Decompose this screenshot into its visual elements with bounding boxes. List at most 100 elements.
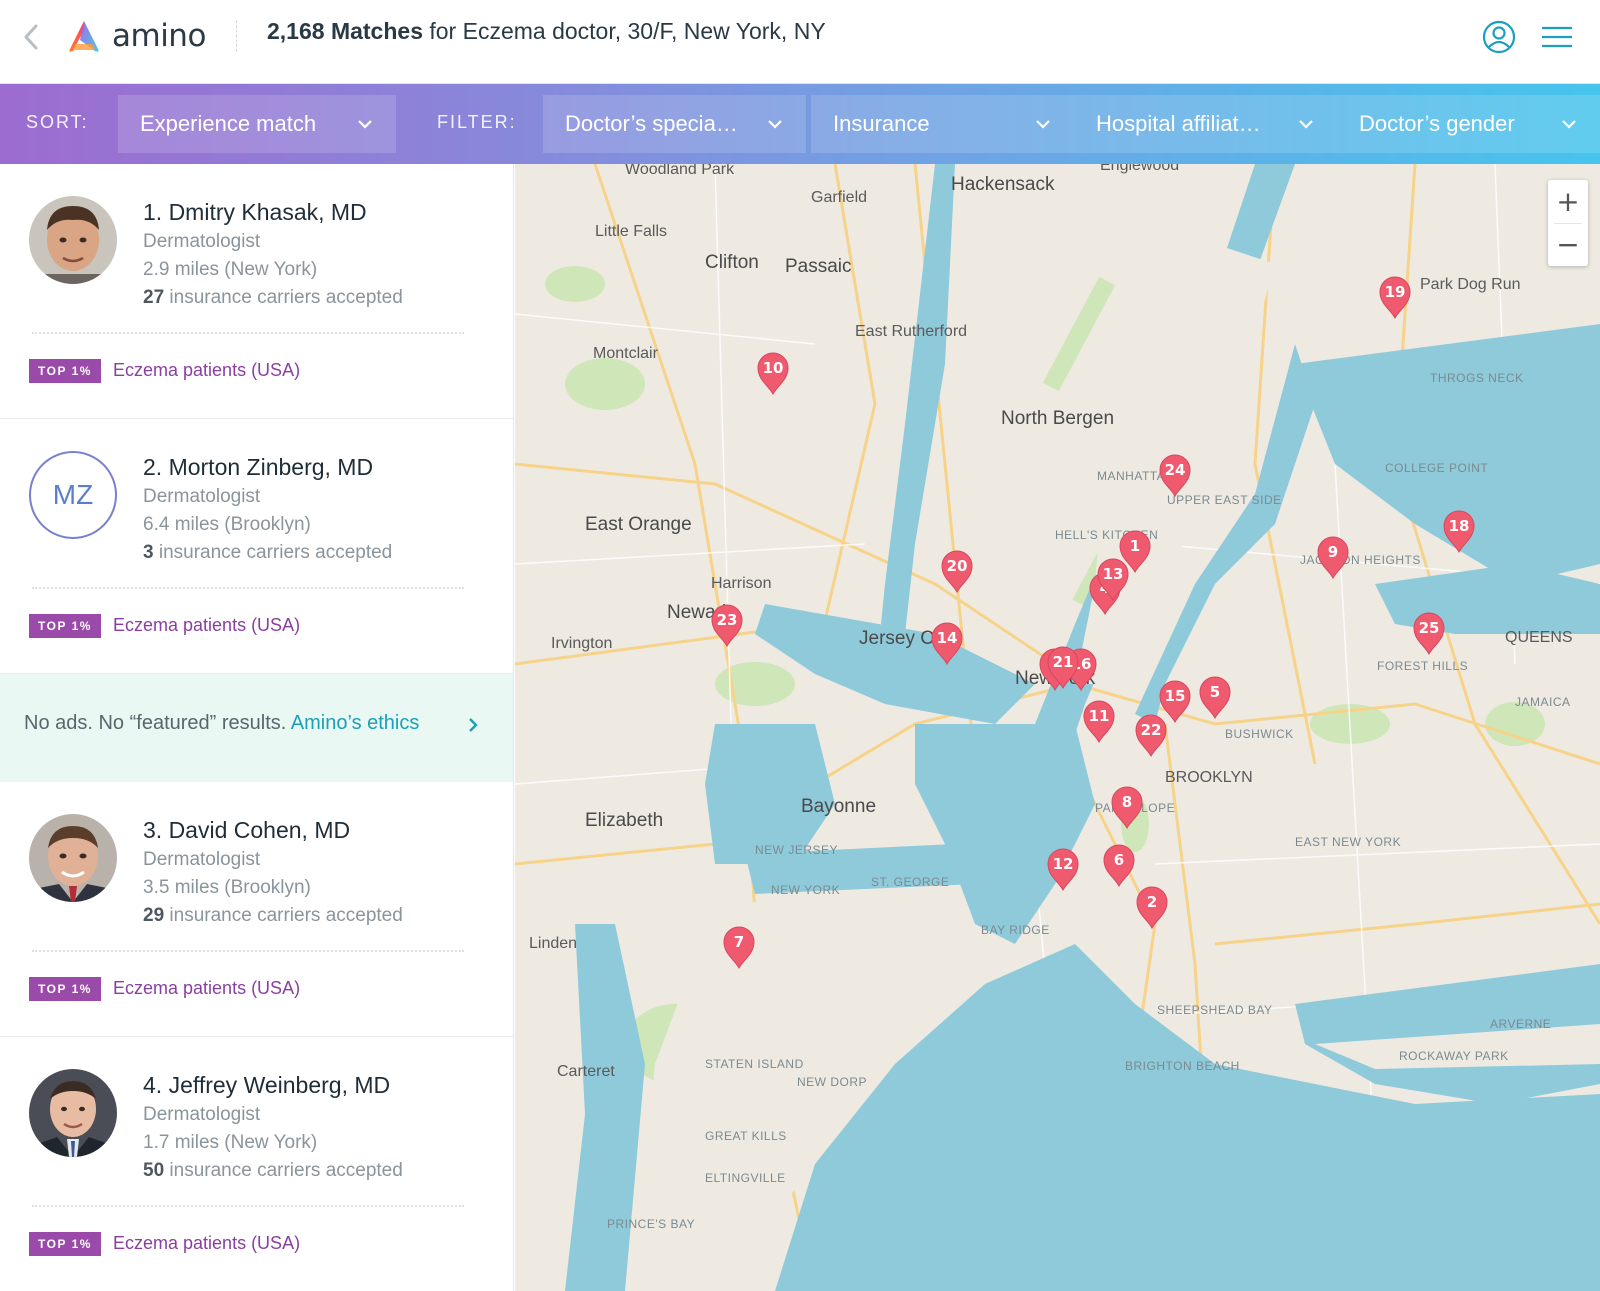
doctor-name[interactable]: 1. Dmitry Khasak, MD: [143, 199, 367, 226]
neighborhood-label: ELTINGVILLE: [705, 1171, 786, 1185]
doctor-distance: 1.7 miles (New York): [143, 1132, 318, 1153]
town-label: Carteret: [557, 1063, 615, 1080]
search-query: for Eczema doctor, 30/F, New York, NY: [422, 18, 826, 44]
insurance-text: insurance carriers accepted: [164, 287, 403, 308]
filter-insurance-value: Insurance: [833, 111, 930, 136]
doctor-specialty: Dermatologist: [143, 231, 261, 252]
map-pin-number: 22: [1141, 721, 1162, 739]
doctor-card[interactable]: 3. David Cohen, MD Dermatologist 3.5 mil…: [0, 782, 513, 1037]
map-canvas[interactable]: HackensackClifton PassaicEast OrangeJerse…: [515, 164, 1600, 1291]
insurance-count: 50: [143, 1160, 165, 1181]
filter-specialty-dropdown[interactable]: Doctor’s specia…: [543, 95, 806, 153]
chevron-left-icon: [24, 24, 38, 50]
map-pin-number: 11: [1089, 707, 1110, 725]
top-percent-badge: TOP 1%: [29, 359, 101, 383]
neighborhood-label: GREAT KILLS: [705, 1129, 787, 1143]
ethics-banner[interactable]: No ads. No “featured” results. Amino’s e…: [0, 674, 513, 782]
map-pin-number: 13: [1103, 565, 1124, 583]
doctor-insurance: 3 insurance carriers accepted: [143, 542, 392, 564]
ethics-statement: No ads. No “featured” results.: [24, 712, 291, 734]
town-label: Irvington: [551, 635, 612, 652]
user-icon: [1482, 20, 1516, 54]
amino-logo[interactable]: amino: [66, 16, 206, 56]
city-label: Clifton: [705, 252, 759, 273]
town-label: Englewood: [1100, 164, 1179, 174]
account-button[interactable]: [1482, 20, 1516, 54]
map-pin-number: 8: [1122, 793, 1132, 811]
map-pin-number: 20: [947, 557, 968, 575]
doctor-distance: 3.5 miles (Brooklyn): [143, 877, 311, 898]
doctor-name[interactable]: 3. David Cohen, MD: [143, 817, 350, 844]
neighborhood-label: ROCKAWAY PARK: [1399, 1049, 1509, 1063]
zoom-in-button[interactable]: +: [1548, 180, 1588, 223]
neighborhood-label: THROGS NECK: [1430, 371, 1524, 385]
map-pin-number: 10: [763, 359, 784, 377]
chevron-down-icon: [1562, 120, 1576, 129]
neighborhood-label: PRINCE'S BAY: [607, 1217, 695, 1231]
filter-insurance-dropdown[interactable]: Insurance: [811, 95, 1074, 153]
ethics-link[interactable]: Amino’s ethics: [291, 712, 420, 734]
map-pin-number: 6: [1114, 851, 1124, 869]
city-label: North Bergen: [1001, 408, 1114, 429]
top-percent-badge: TOP 1%: [29, 977, 101, 1001]
doctor-specialty: Dermatologist: [143, 486, 261, 507]
doctor-photo: [29, 814, 117, 902]
doctor-name[interactable]: 2. Morton Zinberg, MD: [143, 454, 373, 481]
header-divider: [236, 20, 237, 52]
doctor-card[interactable]: MZ 2. Morton Zinberg, MD Dermatologist 6…: [0, 419, 513, 674]
filter-gender-dropdown[interactable]: Doctor’s gender: [1337, 95, 1600, 153]
map-pin-number: 2: [1147, 893, 1157, 911]
zoom-out-button[interactable]: −: [1548, 223, 1588, 266]
doctor-card[interactable]: 1. Dmitry Khasak, MD Dermatologist 2.9 m…: [0, 164, 513, 419]
ethics-text: No ads. No “featured” results. Amino’s e…: [24, 712, 419, 735]
city-label: Elizabeth: [585, 810, 663, 831]
map-pin-number: 21: [1053, 653, 1074, 671]
town-label: Little Falls: [595, 223, 667, 240]
page-title: 2,168 Matches for Eczema doctor, 30/F, N…: [267, 18, 826, 45]
chevron-down-icon: [768, 120, 782, 129]
map-pin-number: 12: [1053, 855, 1074, 873]
sort-filter-bar: SORT: Experience match FILTER: Doctor’s …: [0, 84, 1600, 164]
map-pin-number: 1: [1130, 537, 1140, 555]
town-label: Park Dog Run: [1420, 276, 1521, 293]
map-pin-number: 25: [1419, 619, 1440, 637]
doctor-name[interactable]: 4. Jeffrey Weinberg, MD: [143, 1072, 390, 1099]
neighborhood-label: NEW DORP: [797, 1075, 867, 1089]
doctor-insurance: 50 insurance carriers accepted: [143, 1160, 403, 1182]
doctor-specialty: Dermatologist: [143, 1104, 261, 1125]
badge-description: Eczema patients (USA): [113, 615, 301, 635]
map-pin-number: 18: [1449, 517, 1470, 535]
zoom-controls: + −: [1548, 180, 1588, 266]
divider: [32, 332, 464, 334]
insurance-text: insurance carriers accepted: [164, 1160, 403, 1181]
filter-hospital-value: Hospital affiliat…: [1096, 111, 1261, 136]
sort-dropdown[interactable]: Experience match: [118, 95, 396, 153]
town-label: Woodland Park: [625, 164, 735, 178]
doctor-distance: 2.9 miles (New York): [143, 259, 318, 280]
back-button[interactable]: [18, 22, 44, 52]
neighborhood-label: EAST NEW YORK: [1295, 835, 1401, 849]
insurance-count: 27: [143, 287, 165, 308]
town-label: QUEENS: [1505, 629, 1573, 646]
app-header: amino 2,168 Matches for Eczema doctor, 3…: [0, 0, 1600, 84]
neighborhood-label: JAMAICA: [1515, 695, 1571, 709]
map-pin-number: 7: [734, 933, 744, 951]
divider: [32, 1205, 464, 1207]
amino-logo-icon: [69, 21, 99, 52]
doctor-card[interactable]: 4. Jeffrey Weinberg, MD Dermatologist 1.…: [0, 1037, 513, 1291]
neighborhood-label: BRIGHTON BEACH: [1125, 1059, 1240, 1073]
town-label: BROOKLYN: [1165, 769, 1253, 786]
menu-button[interactable]: [1540, 24, 1574, 50]
top-percent-badge: TOP 1%: [29, 614, 101, 638]
match-count: 2,168 Matches: [267, 18, 423, 44]
city-label: Passaic: [785, 256, 852, 277]
chevron-right-icon: [469, 718, 478, 732]
results-map[interactable]: Hackensack Clifton Passaic East Orange Jerse…: [515, 164, 1600, 1291]
city-label: Hackensack: [951, 174, 1055, 195]
filter-hospital-dropdown[interactable]: Hospital affiliat…: [1074, 95, 1337, 153]
city-label: East Orange: [585, 514, 692, 535]
town-label: Linden: [529, 935, 577, 952]
chevron-down-icon: [1036, 120, 1050, 129]
filter-gender-value: Doctor’s gender: [1359, 111, 1515, 136]
neighborhood-label: STATEN ISLAND: [705, 1057, 804, 1071]
